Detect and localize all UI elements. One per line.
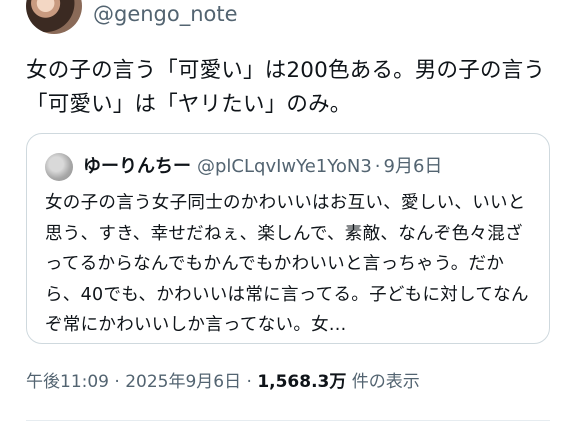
quoted-tweet-card[interactable]: ゆーりんちー @plCLqvIwYe1YoN3 · 9月6日 女の子の言う女子同士のか… — [26, 133, 550, 344]
author-handle[interactable]: @gengo_note — [93, 0, 238, 28]
view-count: 1,568.3万 — [257, 372, 347, 392]
quoted-tweet-header: ゆーりんちー @plCLqvIwYe1YoN3 · 9月6日 — [83, 152, 442, 182]
quoted-author-avatar — [45, 153, 73, 181]
tweet-text: 女の子の言う「可愛い」は200色ある。男の子の言う「可愛い」は「ヤリたい」のみ。 — [26, 58, 546, 117]
quoted-tweet-text: 女の子の言う女子同士のかわいいはお互い、愛しい、いいと思う、すき、幸せだねぇ、楽… — [45, 193, 529, 335]
tweet-meta: 午後11:09 · 2025年9月6日 · 1,568.3万 件の表示 — [26, 368, 420, 396]
divider — [26, 420, 550, 421]
tweet-timestamp[interactable]: 午後11:09 · 2025年9月6日 · — [26, 372, 257, 392]
author-avatar[interactable] — [26, 0, 82, 34]
quoted-author-name: ゆーりんちー — [83, 156, 191, 177]
quoted-author-handle: @plCLqvIwYe1YoN3 — [197, 156, 372, 177]
view-count-label: 件の表示 — [346, 372, 420, 392]
separator-dot: · — [374, 156, 381, 177]
quoted-tweet-date: 9月6日 — [383, 156, 443, 177]
